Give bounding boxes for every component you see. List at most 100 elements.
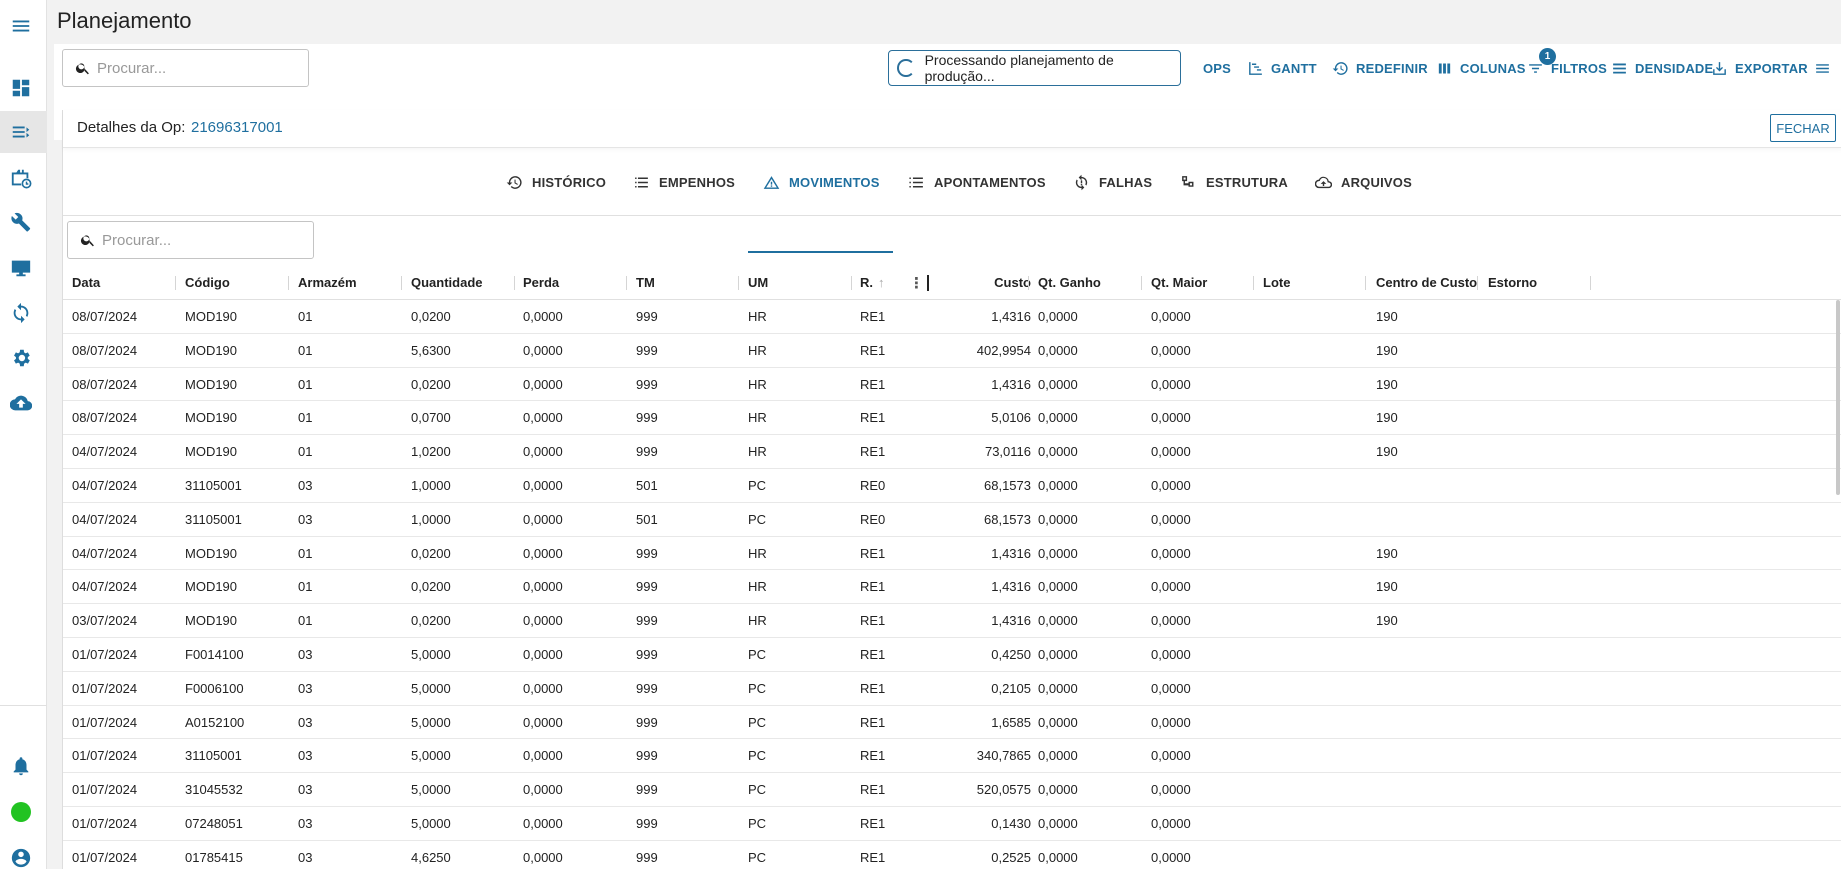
column-separator[interactable]: [1477, 276, 1478, 290]
table-row[interactable]: 08/07/2024 MOD190 01 0,0200 0,0000 999 HR RE1 1,…: [63, 300, 1841, 334]
table-cell: 31105001: [185, 748, 242, 764]
table-cell: [1263, 334, 1373, 367]
table-cell: 0,0000: [523, 477, 563, 493]
column-separator[interactable]: [738, 276, 739, 290]
cloud-upload-icon: [1315, 176, 1332, 188]
column-separator[interactable]: [626, 276, 627, 290]
table-cell: 0,0000: [1038, 815, 1078, 831]
column-header[interactable]: Perda: [523, 265, 633, 300]
sync-icon[interactable]: [9, 301, 33, 325]
dashboard-icon[interactable]: [9, 76, 33, 100]
table-cell: 190: [1376, 309, 1398, 324]
column-separator[interactable]: [288, 276, 289, 290]
column-separator[interactable]: [1365, 276, 1366, 290]
column-separator[interactable]: [851, 276, 852, 290]
column-header[interactable]: Data: [72, 265, 182, 300]
tab-falhas[interactable]: FALHAS: [1073, 148, 1152, 216]
column-header[interactable]: Custo: [918, 265, 1031, 300]
column-separator[interactable]: [1141, 276, 1142, 290]
movements-search-input[interactable]: Procurar...: [67, 221, 314, 259]
column-separator[interactable]: [1253, 276, 1254, 290]
table-row[interactable]: 08/07/2024 MOD190 01 0,0700 0,0000 999 HR RE1 5,…: [63, 401, 1841, 436]
tab-label: MOVIMENTOS: [789, 174, 880, 190]
table-row[interactable]: 03/07/2024 MOD190 01 0,0200 0,0000 999 HR RE1 1,…: [63, 604, 1841, 638]
spinner-icon: [897, 59, 915, 77]
tab-movimentos[interactable]: MOVIMENTOS: [763, 148, 880, 216]
table-row[interactable]: 04/07/2024 MOD190 01 1,0200 0,0000 999 HR RE1 73…: [63, 435, 1841, 469]
table-cell: 01/07/2024: [72, 646, 138, 662]
table-cell: 1,4316: [991, 545, 1031, 561]
column-header[interactable]: Lote: [1263, 265, 1373, 300]
table-row[interactable]: 01/07/2024 07248051 03 5,0000 0,0000 999 PC RE1…: [63, 807, 1841, 841]
table-row[interactable]: 04/07/2024 31105001 03 1,0000 0,0000 501 PC RE0…: [63, 503, 1841, 537]
table-cell: 190: [1376, 444, 1398, 460]
table-row[interactable]: 04/07/2024 MOD190 01 0,0200 0,0000 999 HR RE1 1,…: [63, 570, 1841, 605]
gantt-label: GANTT: [1271, 60, 1317, 76]
columns-button[interactable]: COLUNAS: [1436, 58, 1526, 78]
export-button[interactable]: EXPORTAR: [1711, 58, 1808, 78]
column-header[interactable]: Estorno: [1488, 265, 1598, 300]
table-row[interactable]: 08/07/2024 MOD190 01 0,0200 0,0000 999 HR RE1 1,…: [63, 368, 1841, 402]
table-scrollbar[interactable]: [1836, 300, 1840, 495]
table-cell: 1,4316: [991, 613, 1031, 629]
more-menu-button[interactable]: [1814, 58, 1838, 78]
table-cell: 01: [298, 579, 313, 595]
tab-empenhos[interactable]: EMPENHOS: [633, 148, 735, 216]
table-cell: 0,0000: [523, 849, 563, 865]
column-separator[interactable]: [1590, 276, 1591, 290]
density-button[interactable]: DENSIDADE: [1611, 58, 1713, 78]
column-separator[interactable]: [401, 276, 402, 290]
column-header[interactable]: Código: [185, 265, 295, 300]
tools-icon[interactable]: [9, 210, 33, 234]
filters-button[interactable]: FILTROS: [1527, 58, 1607, 78]
search-input[interactable]: Procurar...: [62, 49, 309, 87]
table-row[interactable]: 08/07/2024 MOD190 01 5,6300 0,0000 999 HR RE1 40…: [63, 334, 1841, 368]
sort-arrow-up-icon[interactable]: ↑: [878, 275, 885, 290]
table-row[interactable]: 01/07/2024 01785415 03 4,6250 0,0000 999 PC RE1…: [63, 841, 1841, 869]
cloud-upload-icon[interactable]: [9, 391, 33, 415]
briefcase-clock-icon[interactable]: [9, 166, 33, 190]
column-header[interactable]: Centro de Custo: [1376, 265, 1488, 300]
monitor-icon[interactable]: [9, 256, 33, 280]
column-separator[interactable]: [514, 276, 515, 290]
column-header[interactable]: UM: [748, 265, 858, 300]
gantt-button[interactable]: GANTT: [1247, 58, 1317, 78]
table-row[interactable]: 01/07/2024 31105001 03 5,0000 0,0000 999 PC RE1…: [63, 739, 1841, 774]
op-number-link[interactable]: 21696317001: [191, 119, 283, 136]
table-cell: [1263, 807, 1373, 840]
table-cell: 01: [298, 545, 313, 561]
column-header[interactable]: Qt. Ganho: [1038, 265, 1148, 300]
table-row[interactable]: 04/07/2024 31105001 03 1,0000 0,0000 501 PC RE0…: [63, 469, 1841, 503]
table-cell: [1488, 807, 1598, 840]
column-separator[interactable]: [175, 276, 176, 290]
tab-estrutura[interactable]: ESTRUTURA: [1180, 148, 1288, 216]
list-icon[interactable]: [9, 120, 33, 144]
table-cell: 01/07/2024: [72, 849, 138, 865]
column-separator[interactable]: [1028, 276, 1029, 290]
ops-button[interactable]: OPS: [1203, 58, 1231, 78]
reset-button[interactable]: REDEFINIR: [1332, 58, 1428, 78]
column-header[interactable]: Quantidade: [411, 265, 521, 300]
list-icon: [635, 177, 648, 187]
bell-icon[interactable]: [9, 754, 33, 778]
table-row[interactable]: 01/07/2024 A0152100 03 5,0000 0,0000 999 PC RE1…: [63, 706, 1841, 740]
column-header[interactable]: Qt. Maior: [1151, 265, 1261, 300]
table-row[interactable]: 04/07/2024 MOD190 01 0,0200 0,0000 999 HR RE1 1,…: [63, 537, 1841, 571]
menu-icon[interactable]: [9, 14, 33, 38]
table-row[interactable]: 01/07/2024 31045532 03 5,0000 0,0000 999 PC RE1…: [63, 773, 1841, 807]
column-separator[interactable]: [927, 275, 929, 291]
filters-badge: 1: [1539, 48, 1556, 65]
column-header[interactable]: Armazém: [298, 265, 408, 300]
close-button[interactable]: FECHAR: [1770, 114, 1836, 142]
tab-historico[interactable]: HISTÓRICO: [506, 148, 606, 216]
tab-apontamentos[interactable]: APONTAMENTOS: [908, 148, 1046, 216]
tab-arquivos[interactable]: ARQUIVOS: [1315, 148, 1412, 216]
account-icon[interactable]: [9, 846, 33, 869]
table-row[interactable]: 01/07/2024 F0006100 03 5,0000 0,0000 999 PC RE1…: [63, 672, 1841, 706]
gear-icon[interactable]: [9, 346, 33, 370]
column-header[interactable]: TM: [636, 265, 746, 300]
table-cell: MOD190: [185, 376, 238, 392]
table-row[interactable]: 01/07/2024 F0014100 03 5,0000 0,0000 999 PC RE1…: [63, 638, 1841, 672]
details-header: Detalhes da Op: 21696317001 FECHAR: [63, 110, 1841, 148]
table-cell: 01/07/2024: [72, 748, 138, 764]
